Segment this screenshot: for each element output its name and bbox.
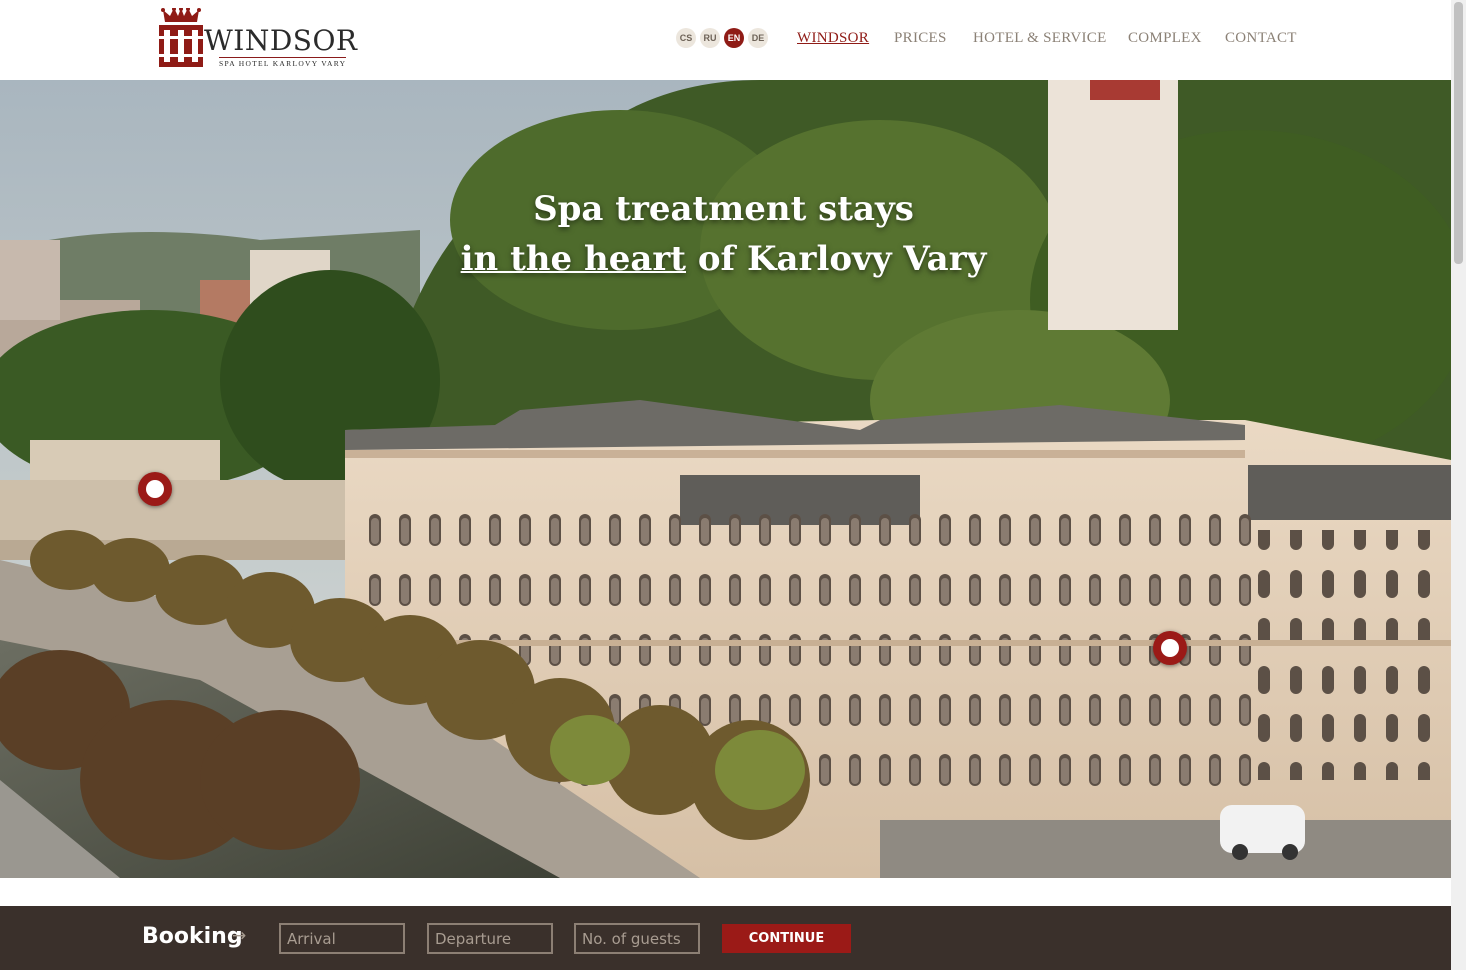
map-marker-hotel[interactable] [1153,631,1187,665]
arrival-input[interactable] [279,923,405,954]
site-header: WINDSOR SPA HOTEL KARLOVY VARY CS RU EN … [0,0,1451,80]
main-nav: WINDSOR PRICES HOTEL & SERVICE COMPLEX C… [0,30,1451,50]
departure-input[interactable] [427,923,553,954]
hero-headline-line1: Spa treatment stays [533,189,914,229]
hero-headline: Spa treatment stays in the heart of Karl… [0,184,1449,284]
booking-title: Booking [142,924,243,949]
hero-headline-underlined[interactable]: in the heart [461,239,686,279]
vertical-scrollbar[interactable] [1451,0,1466,970]
logo-tagline: SPA HOTEL KARLOVY VARY [219,57,347,68]
booking-bar: Booking → CONTINUE [0,906,1451,970]
content-gap [0,878,1451,906]
continue-button[interactable]: CONTINUE [722,924,851,953]
nav-contact[interactable]: CONTACT [1225,30,1297,47]
map-marker-colonnade[interactable] [138,472,172,506]
nav-prices[interactable]: PRICES [894,30,947,47]
guests-input[interactable] [574,923,700,954]
scrollbar-thumb[interactable] [1454,2,1463,264]
hero-headline-line2: in the heart of Karlovy Vary [0,234,1449,284]
arrow-right-icon: → [232,926,247,946]
hero-headline-rest: of Karlovy Vary [686,239,987,279]
nav-windsor[interactable]: WINDSOR [797,30,869,47]
hero-section: Spa treatment stays in the heart of Karl… [0,80,1451,878]
nav-complex[interactable]: COMPLEX [1128,30,1202,47]
nav-hotel-service[interactable]: HOTEL & SERVICE [973,30,1107,47]
